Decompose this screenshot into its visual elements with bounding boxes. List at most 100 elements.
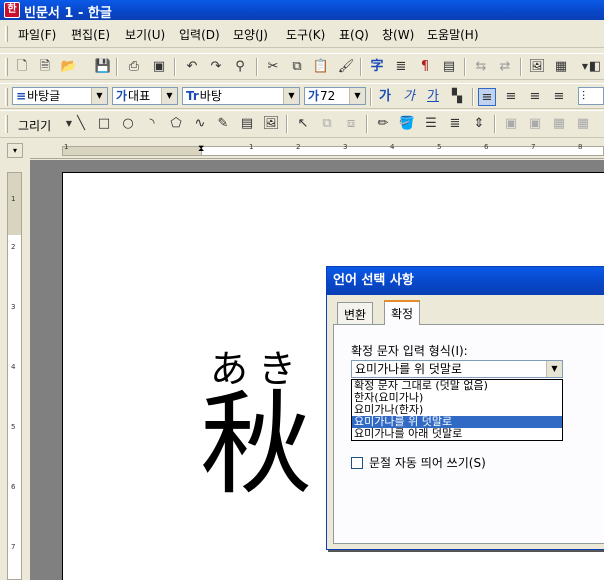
bring-front-icon[interactable]: ▣ — [502, 115, 520, 133]
menu-edit[interactable]: 편집(E) — [69, 26, 112, 43]
tab-convert[interactable]: 변환 — [337, 302, 374, 324]
input-format-select[interactable]: 요미가나를 위 덧말로 ▼ — [351, 360, 563, 378]
auto-spacing-label[interactable]: 문절 자동 띄어 쓰기(S) — [369, 454, 486, 471]
menu-insert[interactable]: 입력(D) — [177, 26, 222, 43]
save-icon[interactable]: 💾 — [94, 58, 112, 76]
horizontal-ruler[interactable]: 1 1 2 3 4 5 6 7 8 ⧗ — [30, 143, 604, 159]
vertical-ruler[interactable]: 1 2 3 4 5 6 7 — [7, 172, 22, 580]
image-tool-icon[interactable]: 🖼 — [262, 115, 280, 133]
line-style-icon[interactable]: ☰ — [422, 115, 440, 133]
italic-button[interactable]: 가 — [400, 88, 418, 106]
align-left-icon[interactable]: ≡ — [502, 88, 520, 106]
ruler-number: 5 — [437, 143, 442, 151]
format-toolbar: ≡바탕글 ▼ 가대표 ▼ Tr바탕 ▼ 가72 ▼ 가 가 가 ▚ ≡ ≡ ≡ … — [0, 83, 604, 109]
select-pointer-icon[interactable]: ↖ — [294, 115, 312, 133]
menu-window[interactable]: 창(W) — [380, 26, 416, 43]
hanja-icon[interactable]: 字 — [368, 58, 386, 76]
redo-icon[interactable]: ↷ — [207, 58, 225, 76]
tab-confirm[interactable]: 확정 — [384, 300, 421, 325]
base-text[interactable]: 秋 — [200, 380, 312, 510]
menu-table[interactable]: 표(Q) — [337, 26, 371, 43]
menu-tools[interactable]: 도구(K) — [284, 26, 327, 43]
menu-help[interactable]: 도움말(H) — [425, 26, 481, 43]
menu-format[interactable]: 모양(J) — [231, 26, 270, 43]
style-combo[interactable]: ≡바탕글 ▼ — [12, 87, 108, 105]
line-spacing-combo[interactable]: ⫶ — [578, 87, 604, 105]
cut-icon[interactable]: ✂ — [264, 58, 282, 76]
toolbar-separator — [520, 58, 522, 76]
print-icon[interactable]: ⎙ — [125, 58, 143, 76]
menu-view[interactable]: 보기(U) — [123, 26, 167, 43]
option-yomigana-below[interactable]: 요미가나를 아래 덧말로 — [352, 428, 562, 440]
format-painter-icon[interactable]: 🖌 — [337, 58, 355, 76]
ellipse-tool-icon[interactable]: ○ — [119, 115, 137, 133]
menu-file[interactable]: 파일(F) — [16, 26, 58, 43]
font-size-combo[interactable]: 가72 ▼ — [304, 87, 366, 105]
text-color-icon[interactable]: ▚ — [448, 88, 466, 106]
align-center-icon[interactable]: ≡ — [526, 88, 544, 106]
menu-bar-grip[interactable] — [5, 26, 8, 42]
indent-marker-icon[interactable]: ⧗ — [198, 144, 204, 154]
align-justify-icon[interactable]: ≡ — [478, 88, 496, 106]
input-format-label: 확정 문자 입력 형식(I): — [351, 344, 468, 358]
chevron-down-icon[interactable]: ▼ — [546, 361, 562, 377]
align-right-icon[interactable]: ≡ — [550, 88, 568, 106]
picture-icon[interactable]: 🖼 — [528, 58, 546, 76]
chevron-down-icon[interactable]: ▼ — [283, 88, 299, 104]
option-hanja-yomigana[interactable]: 한자(요미가나) — [352, 392, 562, 404]
auto-spacing-checkbox[interactable] — [351, 457, 363, 469]
rectangle-tool-icon[interactable]: □ — [95, 115, 113, 133]
open-folder-icon[interactable]: 📂 — [60, 58, 78, 76]
pen-tool-icon[interactable]: ✎ — [214, 115, 232, 133]
paste-icon[interactable]: 📋 — [312, 58, 330, 76]
distribute-icon[interactable]: ▦ — [574, 115, 592, 133]
chevron-down-icon[interactable]: ▼ — [161, 88, 177, 104]
line-width-icon[interactable]: ≣ — [446, 115, 464, 133]
textbox-tool-icon[interactable]: ▤ — [238, 115, 256, 133]
chart-icon[interactable]: ◧ — [586, 58, 604, 76]
open-document-icon[interactable]: 🗎 — [36, 58, 54, 76]
arrow-style-icon[interactable]: ⇕ — [470, 115, 488, 133]
ruler-number: 3 — [11, 303, 16, 311]
dialog-title[interactable]: 언어 선택 사항 — [327, 267, 604, 295]
hangul-app-icon[interactable]: 한 — [4, 2, 20, 18]
chevron-down-icon[interactable]: ▼ — [91, 88, 107, 104]
font-value: 바탕 — [199, 89, 222, 103]
table-icon[interactable]: ▦ — [552, 58, 570, 76]
ungroup-icon[interactable]: ⧈ — [342, 115, 360, 133]
style-icon[interactable]: ▤ — [440, 58, 458, 76]
curve-tool-icon[interactable]: ∿ — [191, 115, 209, 133]
copy-icon[interactable]: ⧉ — [288, 58, 306, 76]
font-combo[interactable]: Tr바탕 ▼ — [182, 87, 300, 105]
new-document-icon[interactable]: 🗋 — [13, 58, 31, 76]
chevron-down-icon[interactable]: ▼ — [349, 88, 365, 104]
language-combo[interactable]: 가대표 ▼ — [112, 87, 178, 105]
find-icon[interactable]: ⚲ — [231, 58, 249, 76]
char-shape-icon[interactable]: ≣ — [392, 58, 410, 76]
line-tool-icon[interactable]: ╲ — [72, 115, 90, 133]
option-yomigana-hanja[interactable]: 요미가나(한자) — [352, 404, 562, 416]
ruler-number: 1 — [64, 143, 69, 151]
group-icon[interactable]: ⧉ — [318, 115, 336, 133]
ruler-toggle-button[interactable]: ▾ — [7, 143, 23, 158]
draw-menu-button[interactable]: 그리기 — [18, 117, 51, 134]
toolbar-grip[interactable] — [5, 58, 8, 76]
bold-button[interactable]: 가 — [376, 88, 394, 106]
option-yomigana-above[interactable]: 요미가나를 위 덧말로 — [352, 416, 562, 428]
fill-color-icon[interactable]: 🪣 — [398, 115, 416, 133]
send-back-icon[interactable]: ▣ — [526, 115, 544, 133]
toolbar-grip[interactable] — [5, 115, 8, 133]
option-confirm-as-is[interactable]: 확정 문자 그대로 (덧말 없음) — [352, 380, 562, 392]
line-color-icon[interactable]: ✏ — [374, 115, 392, 133]
underline-button[interactable]: 가 — [424, 88, 442, 106]
undo-icon[interactable]: ↶ — [183, 58, 201, 76]
toolbar-grip[interactable] — [5, 88, 8, 106]
para-shape-icon[interactable]: ¶ — [416, 58, 434, 76]
print-preview-icon[interactable]: ▣ — [150, 58, 168, 76]
align-objects-icon[interactable]: ▦ — [550, 115, 568, 133]
track-changes-icon[interactable]: ⇆ — [472, 58, 490, 76]
polygon-tool-icon[interactable]: ⬠ — [167, 115, 185, 133]
arc-tool-icon[interactable]: ◝ — [143, 115, 161, 133]
merge-icon[interactable]: ⇄ — [496, 58, 514, 76]
style-icon: ≡ — [16, 89, 27, 103]
